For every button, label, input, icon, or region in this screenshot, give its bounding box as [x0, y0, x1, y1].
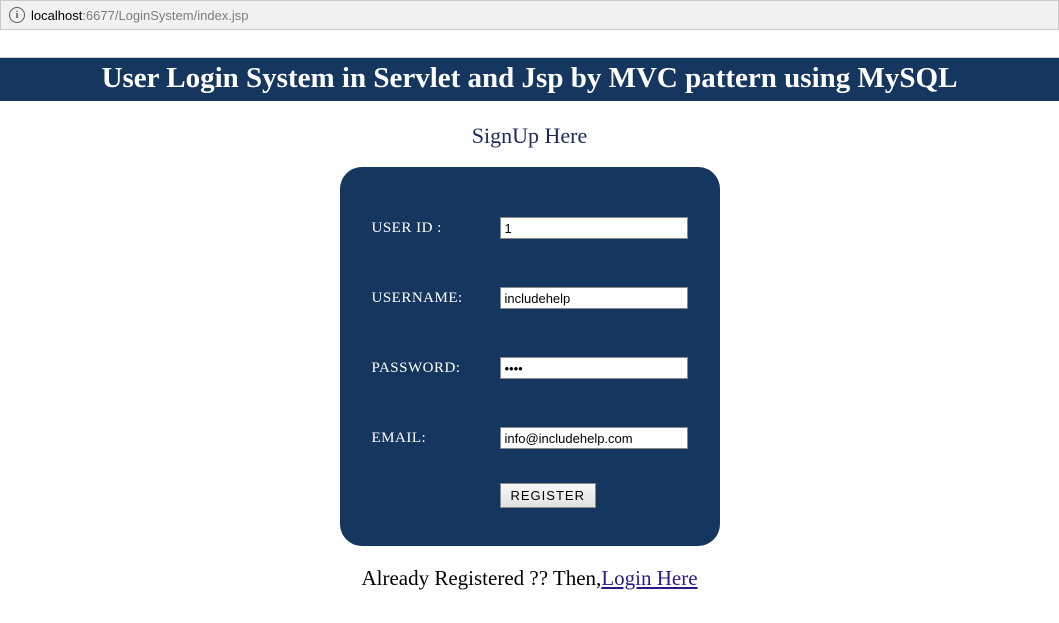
address-bar[interactable]: i localhost:6677/LoginSystem/index.jsp	[0, 0, 1059, 30]
userid-label: USER ID :	[372, 220, 500, 237]
signup-form-card: USER ID : USERNAME: PASSWORD: EMAIL: REG…	[340, 167, 720, 546]
footer-text: Already Registered ?? Then,Login Here	[0, 566, 1059, 591]
url-host: localhost	[31, 8, 82, 23]
login-here-link[interactable]: Login Here	[601, 566, 697, 590]
userid-input[interactable]	[500, 217, 688, 239]
username-input[interactable]	[500, 287, 688, 309]
email-label: EMAIL:	[372, 430, 500, 447]
password-label: PASSWORD:	[372, 360, 500, 377]
page-banner: User Login System in Servlet and Jsp by …	[0, 58, 1059, 101]
banner-title: User Login System in Servlet and Jsp by …	[102, 62, 958, 94]
password-row: PASSWORD:	[372, 357, 688, 379]
email-row: EMAIL:	[372, 427, 688, 449]
username-row: USERNAME:	[372, 287, 688, 309]
register-button-row: REGISTER	[372, 483, 688, 508]
signup-heading: SignUp Here	[0, 123, 1059, 149]
userid-row: USER ID :	[372, 217, 688, 239]
url-path: :6677/LoginSystem/index.jsp	[82, 8, 248, 23]
email-input[interactable]	[500, 427, 688, 449]
password-input[interactable]	[500, 357, 688, 379]
toolbar-gap	[0, 30, 1059, 58]
footer-prefix: Already Registered ?? Then,	[361, 566, 601, 590]
username-label: USERNAME:	[372, 290, 500, 307]
register-button[interactable]: REGISTER	[500, 483, 596, 508]
info-icon: i	[9, 7, 25, 23]
